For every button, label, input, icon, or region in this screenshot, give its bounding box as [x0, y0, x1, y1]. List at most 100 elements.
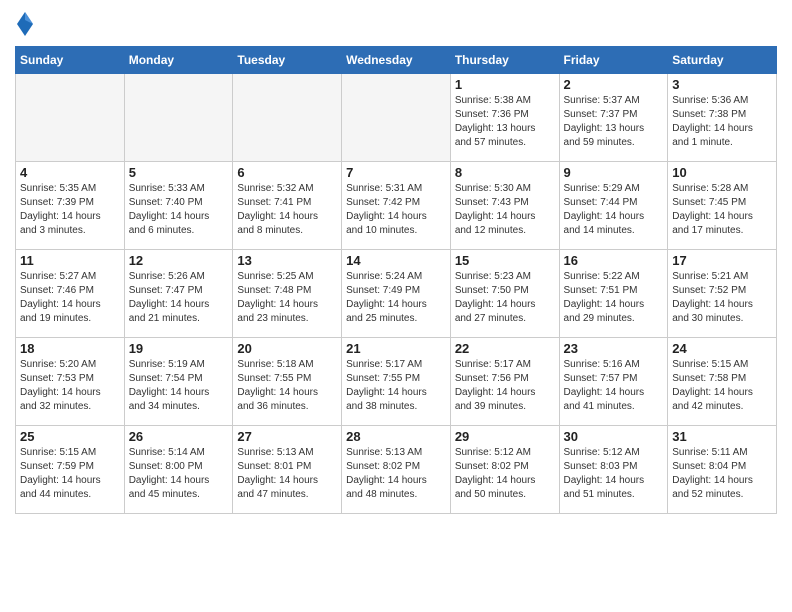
- day-number: 6: [237, 165, 337, 180]
- day-info: Sunrise: 5:30 AMSunset: 7:43 PMDaylight:…: [455, 182, 555, 238]
- calendar-cell: 31Sunrise: 5:11 AMSunset: 8:04 PMDayligh…: [668, 426, 777, 514]
- calendar-cell: 7 Sunrise: 5:31 AMSunset: 7:42 PMDaylight…: [342, 162, 451, 250]
- calendar-cell: 6 Sunrise: 5:32 AMSunset: 7:41 PMDaylight…: [233, 162, 342, 250]
- calendar-cell: 23 Sunrise: 5:16 AMSunset: 7:57 PMDayligh…: [559, 338, 668, 426]
- day-number: 30: [564, 429, 664, 444]
- day-info: Sunrise: 5:11 AMSunset: 8:04 PMDaylight:…: [672, 446, 772, 502]
- day-number: 27: [237, 429, 337, 444]
- day-number: 18: [20, 341, 120, 356]
- day-info: Sunrise: 5:38 AMSunset: 7:36 PMDaylight:…: [455, 94, 555, 150]
- day-number: 13: [237, 253, 337, 268]
- logo-icon: [15, 10, 35, 38]
- day-info: Sunrise: 5:31 AMSunset: 7:42 PMDaylight:…: [346, 182, 446, 238]
- calendar-cell: 1Sunrise: 5:38 AMSunset: 7:36 PMDaylight…: [450, 74, 559, 162]
- calendar-cell: 21Sunrise: 5:17 AMSunset: 7:55 PMDayligh…: [342, 338, 451, 426]
- day-number: 23: [564, 341, 664, 356]
- calendar-cell: 28 Sunrise: 5:13 AMSunset: 8:02 PMDayligh…: [342, 426, 451, 514]
- day-info: Sunrise: 5:20 AMSunset: 7:53 PMDaylight:…: [20, 358, 120, 414]
- day-number: 7: [346, 165, 446, 180]
- calendar-cell: 20 Sunrise: 5:18 AMSunset: 7:55 PMDayligh…: [233, 338, 342, 426]
- calendar-cell: 11 Sunrise: 5:27 AMSunset: 7:46 PMDayligh…: [16, 250, 125, 338]
- day-info: Sunrise: 5:15 AMSunset: 7:58 PMDaylight:…: [672, 358, 772, 414]
- header-monday: Monday: [124, 47, 233, 74]
- day-number: 28: [346, 429, 446, 444]
- week-row-1: 1Sunrise: 5:38 AMSunset: 7:36 PMDaylight…: [16, 74, 777, 162]
- day-info: Sunrise: 5:36 AMSunset: 7:38 PMDaylight:…: [672, 94, 772, 150]
- day-info: Sunrise: 5:29 AMSunset: 7:44 PMDaylight:…: [564, 182, 664, 238]
- day-info: Sunrise: 5:17 AMSunset: 7:56 PMDaylight:…: [455, 358, 555, 414]
- calendar-cell: 2 Sunrise: 5:37 AMSunset: 7:37 PMDaylight…: [559, 74, 668, 162]
- day-info: Sunrise: 5:23 AMSunset: 7:50 PMDaylight:…: [455, 270, 555, 326]
- day-info: Sunrise: 5:22 AMSunset: 7:51 PMDaylight:…: [564, 270, 664, 326]
- header-friday: Friday: [559, 47, 668, 74]
- calendar-cell: 3 Sunrise: 5:36 AMSunset: 7:38 PMDaylight…: [668, 74, 777, 162]
- day-info: Sunrise: 5:21 AMSunset: 7:52 PMDaylight:…: [672, 270, 772, 326]
- header-tuesday: Tuesday: [233, 47, 342, 74]
- calendar-cell: [124, 74, 233, 162]
- calendar-cell: 27 Sunrise: 5:13 AMSunset: 8:01 PMDayligh…: [233, 426, 342, 514]
- calendar-cell: 29Sunrise: 5:12 AMSunset: 8:02 PMDayligh…: [450, 426, 559, 514]
- calendar-cell: 26 Sunrise: 5:14 AMSunset: 8:00 PMDayligh…: [124, 426, 233, 514]
- week-row-3: 11 Sunrise: 5:27 AMSunset: 7:46 PMDayligh…: [16, 250, 777, 338]
- header-saturday: Saturday: [668, 47, 777, 74]
- calendar-cell: 19Sunrise: 5:19 AMSunset: 7:54 PMDayligh…: [124, 338, 233, 426]
- day-info: Sunrise: 5:28 AMSunset: 7:45 PMDaylight:…: [672, 182, 772, 238]
- day-number: 15: [455, 253, 555, 268]
- calendar-cell: 16 Sunrise: 5:22 AMSunset: 7:51 PMDayligh…: [559, 250, 668, 338]
- day-info: Sunrise: 5:26 AMSunset: 7:47 PMDaylight:…: [129, 270, 229, 326]
- header-thursday: Thursday: [450, 47, 559, 74]
- calendar-cell: 17 Sunrise: 5:21 AMSunset: 7:52 PMDayligh…: [668, 250, 777, 338]
- week-row-4: 18 Sunrise: 5:20 AMSunset: 7:53 PMDayligh…: [16, 338, 777, 426]
- calendar-cell: 4 Sunrise: 5:35 AMSunset: 7:39 PMDaylight…: [16, 162, 125, 250]
- day-number: 20: [237, 341, 337, 356]
- day-number: 9: [564, 165, 664, 180]
- header-wednesday: Wednesday: [342, 47, 451, 74]
- calendar-cell: [342, 74, 451, 162]
- day-info: Sunrise: 5:35 AMSunset: 7:39 PMDaylight:…: [20, 182, 120, 238]
- day-number: 19: [129, 341, 229, 356]
- day-number: 8: [455, 165, 555, 180]
- calendar-cell: 14 Sunrise: 5:24 AMSunset: 7:49 PMDayligh…: [342, 250, 451, 338]
- day-number: 26: [129, 429, 229, 444]
- calendar-cell: 24 Sunrise: 5:15 AMSunset: 7:58 PMDayligh…: [668, 338, 777, 426]
- calendar-cell: 30 Sunrise: 5:12 AMSunset: 8:03 PMDayligh…: [559, 426, 668, 514]
- day-info: Sunrise: 5:27 AMSunset: 7:46 PMDaylight:…: [20, 270, 120, 326]
- day-info: Sunrise: 5:16 AMSunset: 7:57 PMDaylight:…: [564, 358, 664, 414]
- day-info: Sunrise: 5:33 AMSunset: 7:40 PMDaylight:…: [129, 182, 229, 238]
- day-info: Sunrise: 5:32 AMSunset: 7:41 PMDaylight:…: [237, 182, 337, 238]
- day-number: 11: [20, 253, 120, 268]
- calendar-cell: [16, 74, 125, 162]
- calendar-cell: 9 Sunrise: 5:29 AMSunset: 7:44 PMDaylight…: [559, 162, 668, 250]
- day-number: 25: [20, 429, 120, 444]
- day-number: 4: [20, 165, 120, 180]
- day-info: Sunrise: 5:18 AMSunset: 7:55 PMDaylight:…: [237, 358, 337, 414]
- calendar-cell: 5 Sunrise: 5:33 AMSunset: 7:40 PMDaylight…: [124, 162, 233, 250]
- day-number: 21: [346, 341, 446, 356]
- day-number: 22: [455, 341, 555, 356]
- day-info: Sunrise: 5:37 AMSunset: 7:37 PMDaylight:…: [564, 94, 664, 150]
- calendar-cell: [233, 74, 342, 162]
- day-number: 16: [564, 253, 664, 268]
- page-header: [15, 10, 777, 38]
- day-number: 14: [346, 253, 446, 268]
- calendar-table: SundayMondayTuesdayWednesdayThursdayFrid…: [15, 46, 777, 514]
- day-info: Sunrise: 5:12 AMSunset: 8:03 PMDaylight:…: [564, 446, 664, 502]
- day-info: Sunrise: 5:14 AMSunset: 8:00 PMDaylight:…: [129, 446, 229, 502]
- calendar-cell: 25Sunrise: 5:15 AMSunset: 7:59 PMDayligh…: [16, 426, 125, 514]
- day-info: Sunrise: 5:24 AMSunset: 7:49 PMDaylight:…: [346, 270, 446, 326]
- calendar-cell: 10Sunrise: 5:28 AMSunset: 7:45 PMDayligh…: [668, 162, 777, 250]
- day-number: 5: [129, 165, 229, 180]
- day-number: 17: [672, 253, 772, 268]
- day-info: Sunrise: 5:13 AMSunset: 8:02 PMDaylight:…: [346, 446, 446, 502]
- day-number: 3: [672, 77, 772, 92]
- calendar-cell: 8 Sunrise: 5:30 AMSunset: 7:43 PMDaylight…: [450, 162, 559, 250]
- day-info: Sunrise: 5:25 AMSunset: 7:48 PMDaylight:…: [237, 270, 337, 326]
- day-info: Sunrise: 5:12 AMSunset: 8:02 PMDaylight:…: [455, 446, 555, 502]
- calendar-cell: 13 Sunrise: 5:25 AMSunset: 7:48 PMDayligh…: [233, 250, 342, 338]
- day-info: Sunrise: 5:13 AMSunset: 8:01 PMDaylight:…: [237, 446, 337, 502]
- day-number: 24: [672, 341, 772, 356]
- calendar-header-row: SundayMondayTuesdayWednesdayThursdayFrid…: [16, 47, 777, 74]
- calendar-cell: 22 Sunrise: 5:17 AMSunset: 7:56 PMDayligh…: [450, 338, 559, 426]
- day-number: 12: [129, 253, 229, 268]
- day-number: 2: [564, 77, 664, 92]
